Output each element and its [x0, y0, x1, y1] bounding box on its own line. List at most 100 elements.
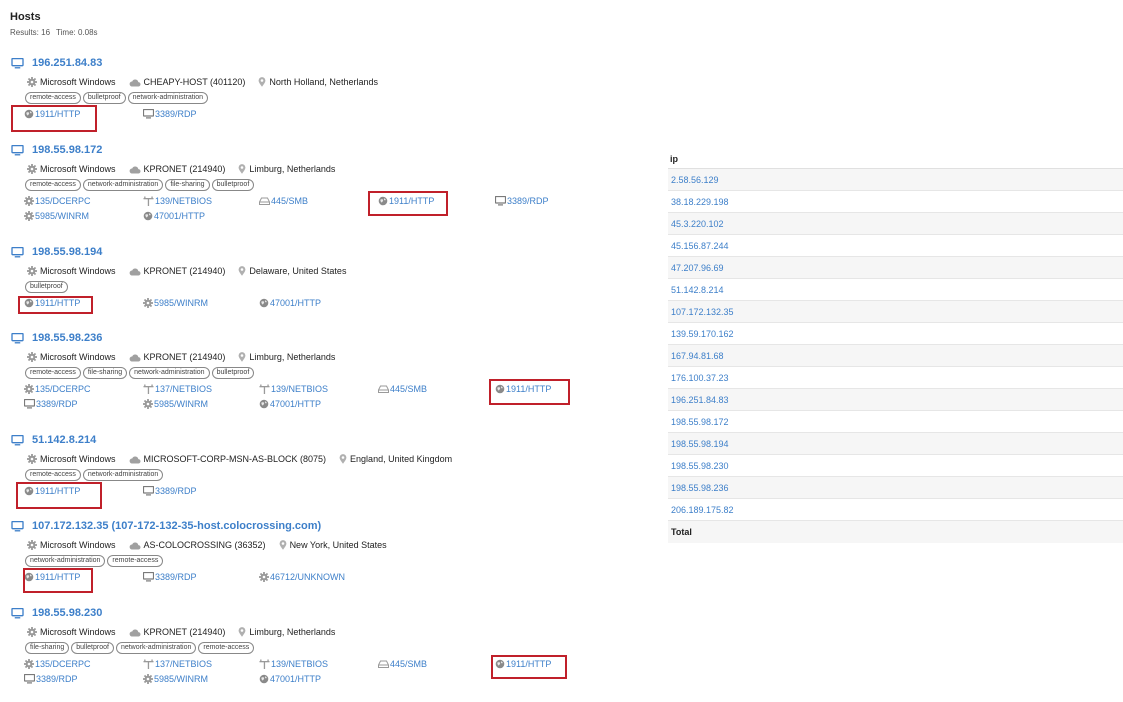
ip-table-row[interactable]: 196.251.84.83 [668, 389, 1123, 411]
service-link[interactable]: 3389/RDP [143, 569, 197, 584]
host-title[interactable]: 198.55.98.236 [11, 331, 651, 345]
service-label: 139/NETBIOS [271, 658, 329, 669]
service-link[interactable]: 1911/HTTP [495, 656, 551, 671]
service-link[interactable]: 5985/WINRM [24, 208, 89, 223]
host-ip-link[interactable]: 198.55.98.194 [32, 246, 102, 258]
tag-network-administration[interactable]: network-administration [127, 92, 209, 104]
host-title[interactable]: 51.142.8.214 [11, 433, 651, 447]
ip-table-row[interactable]: 2.58.56.129 [668, 169, 1123, 191]
host-title[interactable]: 107.172.132.35 (107-172-132-35-host.colo… [11, 519, 651, 533]
service-link[interactable]: 135/DCERPC [24, 381, 91, 396]
ip-table-row[interactable]: 167.94.81.68 [668, 345, 1123, 367]
service-label: 47001/HTTP [270, 673, 322, 684]
host-ip-link[interactable]: 198.55.98.230 [32, 607, 102, 619]
monitor-icon [11, 434, 28, 446]
ip-table-row[interactable]: 45.3.220.102 [668, 213, 1123, 235]
tag-network-administration[interactable]: network-administration [82, 469, 164, 481]
service-link[interactable]: 1911/HTTP [24, 106, 80, 121]
host-services: 1911/HTTP 3389/RDP [11, 106, 651, 121]
host-ip-link[interactable]: 198.55.98.236 [32, 332, 102, 344]
ip-table-row[interactable]: 198.55.98.194 [668, 433, 1123, 455]
service-label: 135/DCERPC [35, 658, 91, 669]
ip-table-row[interactable]: 198.55.98.236 [668, 477, 1123, 499]
monitor-icon [11, 57, 28, 69]
ip-table-row[interactable]: 51.142.8.214 [668, 279, 1123, 301]
service-link[interactable]: 5985/WINRM [143, 396, 208, 411]
host-meta: Microsoft Windows CHEAPY-HOST (401120) Nor… [11, 75, 651, 89]
tag-bulletproof[interactable]: bulletproof [25, 281, 68, 293]
host-title[interactable]: 198.55.98.194 [11, 245, 651, 259]
service-link[interactable]: 137/NETBIOS [143, 381, 212, 396]
tag-network-administration[interactable]: network-administration [25, 555, 106, 567]
service-link[interactable]: 445/SMB [378, 656, 427, 671]
host-ip-link[interactable]: 51.142.8.214 [32, 434, 96, 446]
tag-file-sharing[interactable]: file-sharing [82, 367, 128, 379]
host-ip-link[interactable]: 196.251.84.83 [32, 57, 102, 69]
service-link[interactable]: 137/NETBIOS [143, 656, 212, 671]
tag-remote-access[interactable]: remote-access [25, 92, 81, 104]
service-link[interactable]: 47001/HTTP [259, 396, 321, 411]
service-link[interactable]: 5985/WINRM [143, 295, 208, 310]
location-pin-icon [258, 77, 266, 87]
host-services: 1911/HTTP 5985/WINRM 47001/HTTP [11, 295, 651, 310]
service-link[interactable]: 5985/WINRM [143, 671, 208, 686]
globe-icon [378, 196, 388, 206]
service-link[interactable]: 1911/HTTP [24, 483, 80, 498]
service-link[interactable]: 1911/HTTP [495, 381, 551, 396]
tag-remote-access[interactable]: remote-access [107, 555, 164, 567]
host-title[interactable]: 198.55.98.172 [11, 143, 651, 157]
service-link[interactable]: 1911/HTTP [24, 295, 80, 310]
service-link[interactable]: 3389/RDP [24, 396, 78, 411]
service-link[interactable]: 47001/HTTP [259, 671, 321, 686]
tag-file-sharing[interactable]: file-sharing [25, 642, 70, 654]
tag-network-administration[interactable]: network-administration [82, 179, 164, 191]
ip-table-row[interactable]: 139.59.170.162 [668, 323, 1123, 345]
tag-remote-access[interactable]: remote-access [198, 642, 255, 654]
service-link[interactable]: 135/DCERPC [24, 656, 91, 671]
tag-bulletproof[interactable]: bulletproof [211, 367, 255, 379]
service-link[interactable]: 3389/RDP [143, 106, 197, 121]
host-title[interactable]: 198.55.98.230 [11, 606, 651, 620]
ip-table-row[interactable]: 45.156.87.244 [668, 235, 1123, 257]
service-link[interactable]: 445/SMB [378, 381, 427, 396]
ip-table-row[interactable]: 38.18.229.198 [668, 191, 1123, 213]
service-link[interactable]: 139/NETBIOS [259, 381, 328, 396]
service-link[interactable]: 1911/HTTP [378, 193, 434, 208]
ip-table-row[interactable]: 206.189.175.82 [668, 499, 1123, 521]
ip-table-row[interactable]: 47.207.96.69 [668, 257, 1123, 279]
service-link[interactable]: 47001/HTTP [143, 208, 205, 223]
gear-icon [24, 210, 34, 221]
gear-icon [143, 398, 153, 409]
ip-table-row[interactable]: 198.55.98.230 [668, 455, 1123, 477]
service-link[interactable]: 445/SMB [259, 193, 308, 208]
tag-bulletproof[interactable]: bulletproof [82, 92, 126, 104]
service-link[interactable]: 135/DCERPC [24, 193, 91, 208]
tag-remote-access[interactable]: remote-access [25, 469, 81, 481]
service-link[interactable]: 46712/UNKNOWN [259, 569, 345, 584]
gear-icon [27, 352, 37, 362]
service-label: 3389/RDP [155, 485, 197, 496]
tag-remote-access[interactable]: remote-access [25, 179, 81, 191]
gear-icon [27, 454, 37, 464]
tag-remote-access[interactable]: remote-access [25, 367, 81, 379]
host-ip-link[interactable]: 198.55.98.172 [32, 144, 102, 156]
tag-network-administration[interactable]: network-administration [115, 642, 197, 654]
tag-bulletproof[interactable]: bulletproof [211, 179, 255, 191]
service-link[interactable]: 3389/RDP [24, 671, 78, 686]
host-title[interactable]: 196.251.84.83 [11, 56, 651, 70]
ip-table-row[interactable]: 198.55.98.172 [668, 411, 1123, 433]
service-link[interactable]: 3389/RDP [495, 193, 549, 208]
service-link[interactable]: 139/NETBIOS [143, 193, 212, 208]
tag-file-sharing[interactable]: file-sharing [165, 179, 210, 191]
tag-bulletproof[interactable]: bulletproof [71, 642, 114, 654]
tag-network-administration[interactable]: network-administration [129, 367, 210, 379]
service-link[interactable]: 139/NETBIOS [259, 656, 328, 671]
ip-table-row[interactable]: 107.172.132.35 [668, 301, 1123, 323]
ip-table-row[interactable]: 176.100.37.23 [668, 367, 1123, 389]
service-link[interactable]: 1911/HTTP [24, 569, 80, 584]
host-ip-link[interactable]: 107.172.132.35 (107-172-132-35-host.colo… [32, 520, 321, 532]
service-label: 1911/HTTP [506, 383, 552, 394]
service-link[interactable]: 47001/HTTP [259, 295, 321, 310]
ip-column-header[interactable]: ip [668, 151, 1123, 169]
service-link[interactable]: 3389/RDP [143, 483, 197, 498]
